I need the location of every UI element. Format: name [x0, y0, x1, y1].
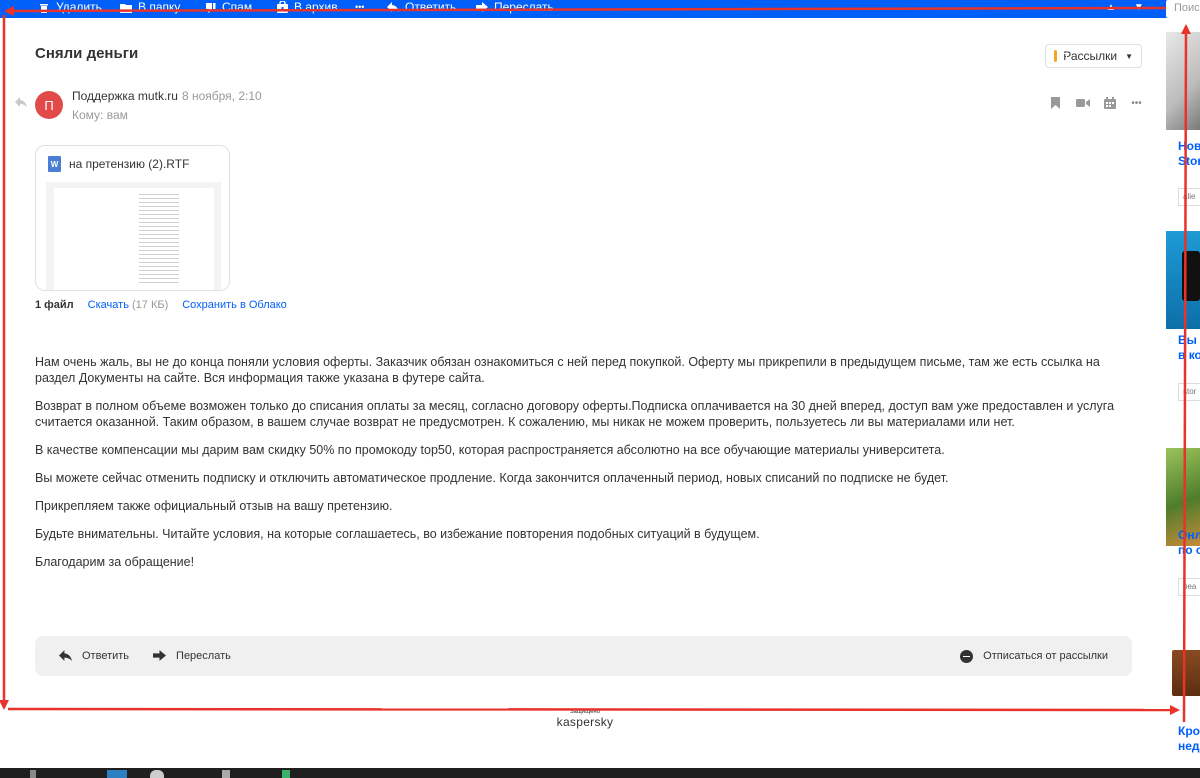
- taskbar-item[interactable]: [222, 770, 230, 778]
- ad-url[interactable]: stor: [1178, 383, 1200, 401]
- files-count: 1 файл: [35, 299, 74, 311]
- forward-arrow-icon: [153, 649, 167, 664]
- ad-title[interactable]: Кро нед: [1178, 724, 1200, 754]
- ad-url[interactable]: alie: [1178, 188, 1200, 206]
- attachment-card[interactable]: W на претензию (2).RTF: [35, 145, 230, 291]
- replied-indicator-icon: [15, 96, 27, 110]
- furniture-image: [1172, 650, 1200, 696]
- sender-info: Поддержка mutk.ru 8 ноября, 2:10: [72, 89, 262, 103]
- ad-image[interactable]: [1166, 231, 1200, 329]
- reply-button[interactable]: Ответить: [387, 0, 456, 14]
- bottom-reply-label: Ответить: [82, 650, 130, 662]
- archive-label: В архив: [294, 0, 338, 14]
- ad-image[interactable]: [1166, 644, 1200, 704]
- mail-header-actions: •••: [1048, 96, 1144, 110]
- video-call-icon[interactable]: [1075, 96, 1090, 110]
- chevron-down-icon: ▼: [1125, 51, 1133, 61]
- preview-page: [54, 188, 214, 290]
- category-label: Рассылки: [1063, 49, 1118, 63]
- delete-button[interactable]: Удалить: [38, 0, 102, 14]
- mail-toolbar: Удалить В папку Спам В архив ••• Ответит…: [0, 0, 1200, 18]
- save-to-cloud-link[interactable]: Сохранить в Облако: [182, 299, 287, 311]
- forward-arrow-icon: [476, 1, 488, 13]
- quick-reply-bar: Ответить Переслать Отписаться от рассылк…: [35, 636, 1132, 676]
- next-message-icon[interactable]: ▼: [1134, 2, 1144, 13]
- more-dots-icon: •••: [355, 2, 365, 12]
- preview-text-lines: [139, 194, 179, 284]
- trash-icon: [38, 1, 50, 13]
- ad-column: Нов Stor alie Вы в ко stor Онл по с bea Кро…: [1166, 28, 1200, 768]
- kaspersky-logo: kaspersky: [556, 715, 614, 729]
- body-paragraph: Вы можете сейчас отменить подписку и отк…: [35, 471, 949, 485]
- reply-arrow-icon: [59, 649, 72, 664]
- thumbs-down-icon: [204, 1, 216, 13]
- body-paragraph: Благодарим за обращение!: [35, 555, 195, 569]
- unsubscribe-button[interactable]: Отписаться от рассылки: [960, 649, 1108, 663]
- mail-date: 8 ноября, 2:10: [181, 89, 262, 103]
- attachment-preview: [46, 182, 221, 290]
- delete-label: Удалить: [56, 0, 102, 14]
- ad-title[interactable]: Онл по с: [1178, 528, 1200, 558]
- attachment-filename: на претензию (2).RTF: [69, 157, 190, 171]
- sender-avatar[interactable]: П: [35, 91, 63, 119]
- body-paragraph: Нам очень жаль, вы не до конца поняли ус…: [35, 355, 1100, 385]
- download-group: Скачать (17 КБ): [88, 299, 169, 311]
- body-paragraph: Прикрепляем также официальный отзыв на в…: [35, 499, 393, 513]
- ad-title[interactable]: Вы в ко: [1178, 333, 1200, 363]
- recipient-line: Кому: вам: [72, 108, 128, 122]
- forward-button[interactable]: Переслать: [476, 0, 554, 14]
- unsubscribe-label: Отписаться от рассылки: [983, 650, 1108, 662]
- kaspersky-badge: Защищено kaspersky: [540, 709, 630, 729]
- bottom-forward-label: Переслать: [176, 650, 231, 662]
- newsletter-icon: [1054, 50, 1068, 62]
- more-actions-button[interactable]: •••: [355, 0, 364, 14]
- reply-arrow-icon: [387, 1, 399, 13]
- mail-body: Нам очень жаль, вы не до конца поняли ус…: [35, 354, 1135, 582]
- spam-label: Спам: [222, 0, 253, 14]
- archive-button[interactable]: В архив: [276, 0, 338, 14]
- taskbar-item[interactable]: [282, 770, 290, 778]
- ad-image[interactable]: [1166, 32, 1200, 130]
- folder-move-icon: [120, 1, 132, 13]
- attachment-actions: 1 файл Скачать (17 КБ) Сохранить в Облак…: [35, 299, 287, 311]
- calendar-icon[interactable]: [1102, 96, 1117, 110]
- ad-url[interactable]: bea: [1178, 578, 1200, 596]
- previous-message-icon[interactable]: ▲: [1106, 2, 1116, 13]
- download-link[interactable]: Скачать: [88, 299, 129, 311]
- unsubscribe-icon: [960, 649, 974, 663]
- category-dropdown[interactable]: Рассылки ▼: [1045, 44, 1142, 68]
- move-to-folder-button[interactable]: В папку: [120, 0, 180, 14]
- bookmark-icon[interactable]: [1048, 96, 1063, 110]
- word-document-icon: W: [48, 156, 61, 172]
- reply-label: Ответить: [405, 0, 457, 14]
- attachment-header: W на претензию (2).RTF: [36, 146, 229, 182]
- spam-button[interactable]: Спам: [204, 0, 252, 14]
- os-taskbar: [0, 768, 1200, 778]
- search-input[interactable]: Поис: [1166, 0, 1200, 18]
- forward-label: Переслать: [494, 0, 554, 14]
- move-to-folder-label: В папку: [138, 0, 181, 14]
- ad-title[interactable]: Нов Stor: [1178, 139, 1200, 169]
- body-paragraph: В качестве компенсации мы дарим вам скид…: [35, 443, 945, 457]
- archive-icon: [276, 1, 288, 13]
- taskbar-item[interactable]: [107, 770, 127, 778]
- sender-name[interactable]: Поддержка mutk.ru: [72, 89, 178, 103]
- product-image: [1182, 251, 1200, 301]
- body-paragraph: Будьте внимательны. Читайте условия, на …: [35, 527, 760, 541]
- message-navigation: ▲ ▼: [1106, 0, 1144, 14]
- body-paragraph: Возврат в полном объеме возможен только …: [35, 399, 1115, 429]
- bottom-reply-button[interactable]: Ответить: [59, 649, 129, 664]
- more-options-icon[interactable]: •••: [1129, 96, 1144, 110]
- taskbar-item[interactable]: [30, 770, 36, 778]
- taskbar-item[interactable]: [150, 770, 164, 778]
- mail-subject: Сняли деньги: [35, 45, 139, 62]
- bottom-forward-button[interactable]: Переслать: [153, 649, 231, 664]
- file-size: (17 КБ): [131, 299, 169, 311]
